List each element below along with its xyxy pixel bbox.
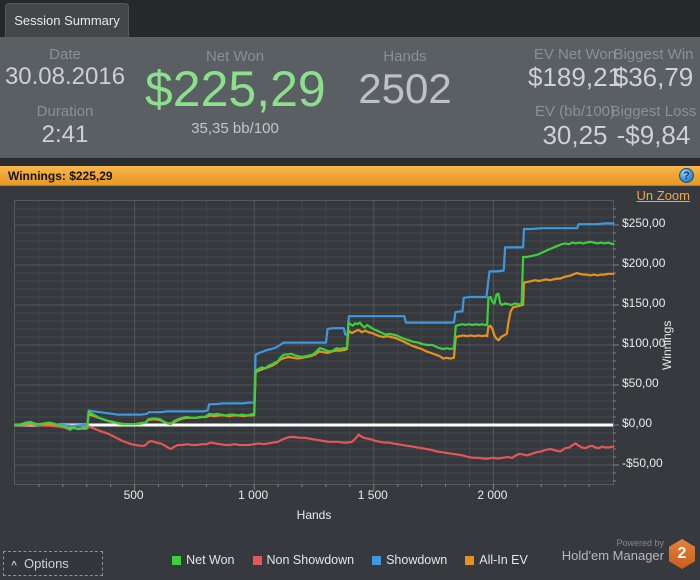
hands-label: Hands bbox=[383, 48, 427, 65]
date-label: Date bbox=[49, 46, 81, 63]
duration-value: 2:41 bbox=[41, 121, 89, 148]
y-axis-label: -$50,00 bbox=[622, 456, 663, 470]
session-summary-window: Session Summary Date 30.08.2016 Duration… bbox=[0, 0, 700, 580]
winnings-plot-area[interactable] bbox=[13, 200, 619, 490]
chart-region: Un Zoom $250,00 $200,00 $150,00 $100,00 $50,… bbox=[0, 186, 700, 580]
legend-swatch-icon bbox=[252, 556, 262, 565]
tab-session-summary[interactable]: Session Summary bbox=[5, 3, 129, 37]
x-axis-title: Hands bbox=[296, 508, 332, 522]
powered-by-text: Powered by bbox=[616, 538, 664, 548]
legend-label: Net Won bbox=[186, 553, 235, 567]
stats-col-date: Date 30.08.2016 Duration 2:41 bbox=[0, 37, 130, 158]
legend-item-net-won: Net Won bbox=[172, 553, 235, 567]
unzoom-link[interactable]: Un Zoom bbox=[637, 188, 690, 203]
divider bbox=[0, 158, 700, 166]
legend-label: Showdown bbox=[386, 553, 448, 567]
series-all-in-ev bbox=[13, 271, 615, 431]
legend-label: Non Showdown bbox=[266, 553, 355, 567]
hands-value: 2502 bbox=[358, 65, 452, 112]
help-icon[interactable]: ? bbox=[679, 168, 694, 183]
legend-item-non-showdown: Non Showdown bbox=[252, 553, 355, 567]
tab-strip: Session Summary bbox=[0, 0, 700, 37]
y-axis-label: $250,00 bbox=[622, 216, 666, 230]
stats-col-hands: Hands 2502 bbox=[330, 37, 480, 158]
series-showdown bbox=[13, 222, 615, 427]
y-axis-label: $150,00 bbox=[622, 296, 666, 310]
y-axis-label: $200,00 bbox=[622, 256, 666, 270]
brand-text: Hold'em Manager bbox=[561, 548, 664, 563]
date-value: 30.08.2016 bbox=[4, 63, 126, 90]
biggest-win-value: $36,79 bbox=[613, 62, 694, 92]
y-axis-label: $100,00 bbox=[622, 336, 666, 350]
biggest-loss-value: -$9,84 bbox=[616, 120, 691, 150]
x-axis-label: 1 000 bbox=[238, 488, 269, 502]
stats-band: Date 30.08.2016 Duration 2:41 Net Won $2… bbox=[0, 37, 700, 158]
x-axis-label: 1 500 bbox=[357, 488, 388, 502]
x-axis-label: 500 bbox=[123, 488, 144, 502]
legend-swatch-icon bbox=[372, 556, 382, 565]
net-won-value: $225,29 bbox=[145, 61, 326, 117]
stats-col-net-won: Net Won $225,29 35,35 bb/100 bbox=[145, 37, 326, 158]
stats-col-biggest: Biggest Win $36,79 Biggest Loss -$9,84 bbox=[607, 37, 700, 158]
legend-item-showdown: Showdown bbox=[372, 553, 447, 567]
powered-by-block: Powered by Hold'em Manager bbox=[464, 538, 664, 563]
legend-swatch-icon bbox=[172, 556, 182, 565]
biggest-win-label: Biggest Win bbox=[613, 46, 694, 63]
series-net-won bbox=[13, 240, 615, 431]
winnings-header-bar: Winnings: $225,29 ? bbox=[0, 166, 700, 186]
winnings-bar-label: Winnings: $225,29 bbox=[8, 169, 113, 183]
x-axis-label: 2 000 bbox=[477, 488, 508, 502]
biggest-loss-label: Biggest Loss bbox=[610, 103, 697, 120]
y-axis-label: $50,00 bbox=[622, 376, 659, 390]
winnings-chart bbox=[13, 201, 619, 490]
bb100-value: 35,35 bb/100 bbox=[191, 120, 279, 137]
duration-label: Duration bbox=[36, 103, 94, 120]
y-axis-title: Winnings bbox=[660, 320, 674, 370]
y-axis-label: $0,00 bbox=[622, 416, 653, 430]
